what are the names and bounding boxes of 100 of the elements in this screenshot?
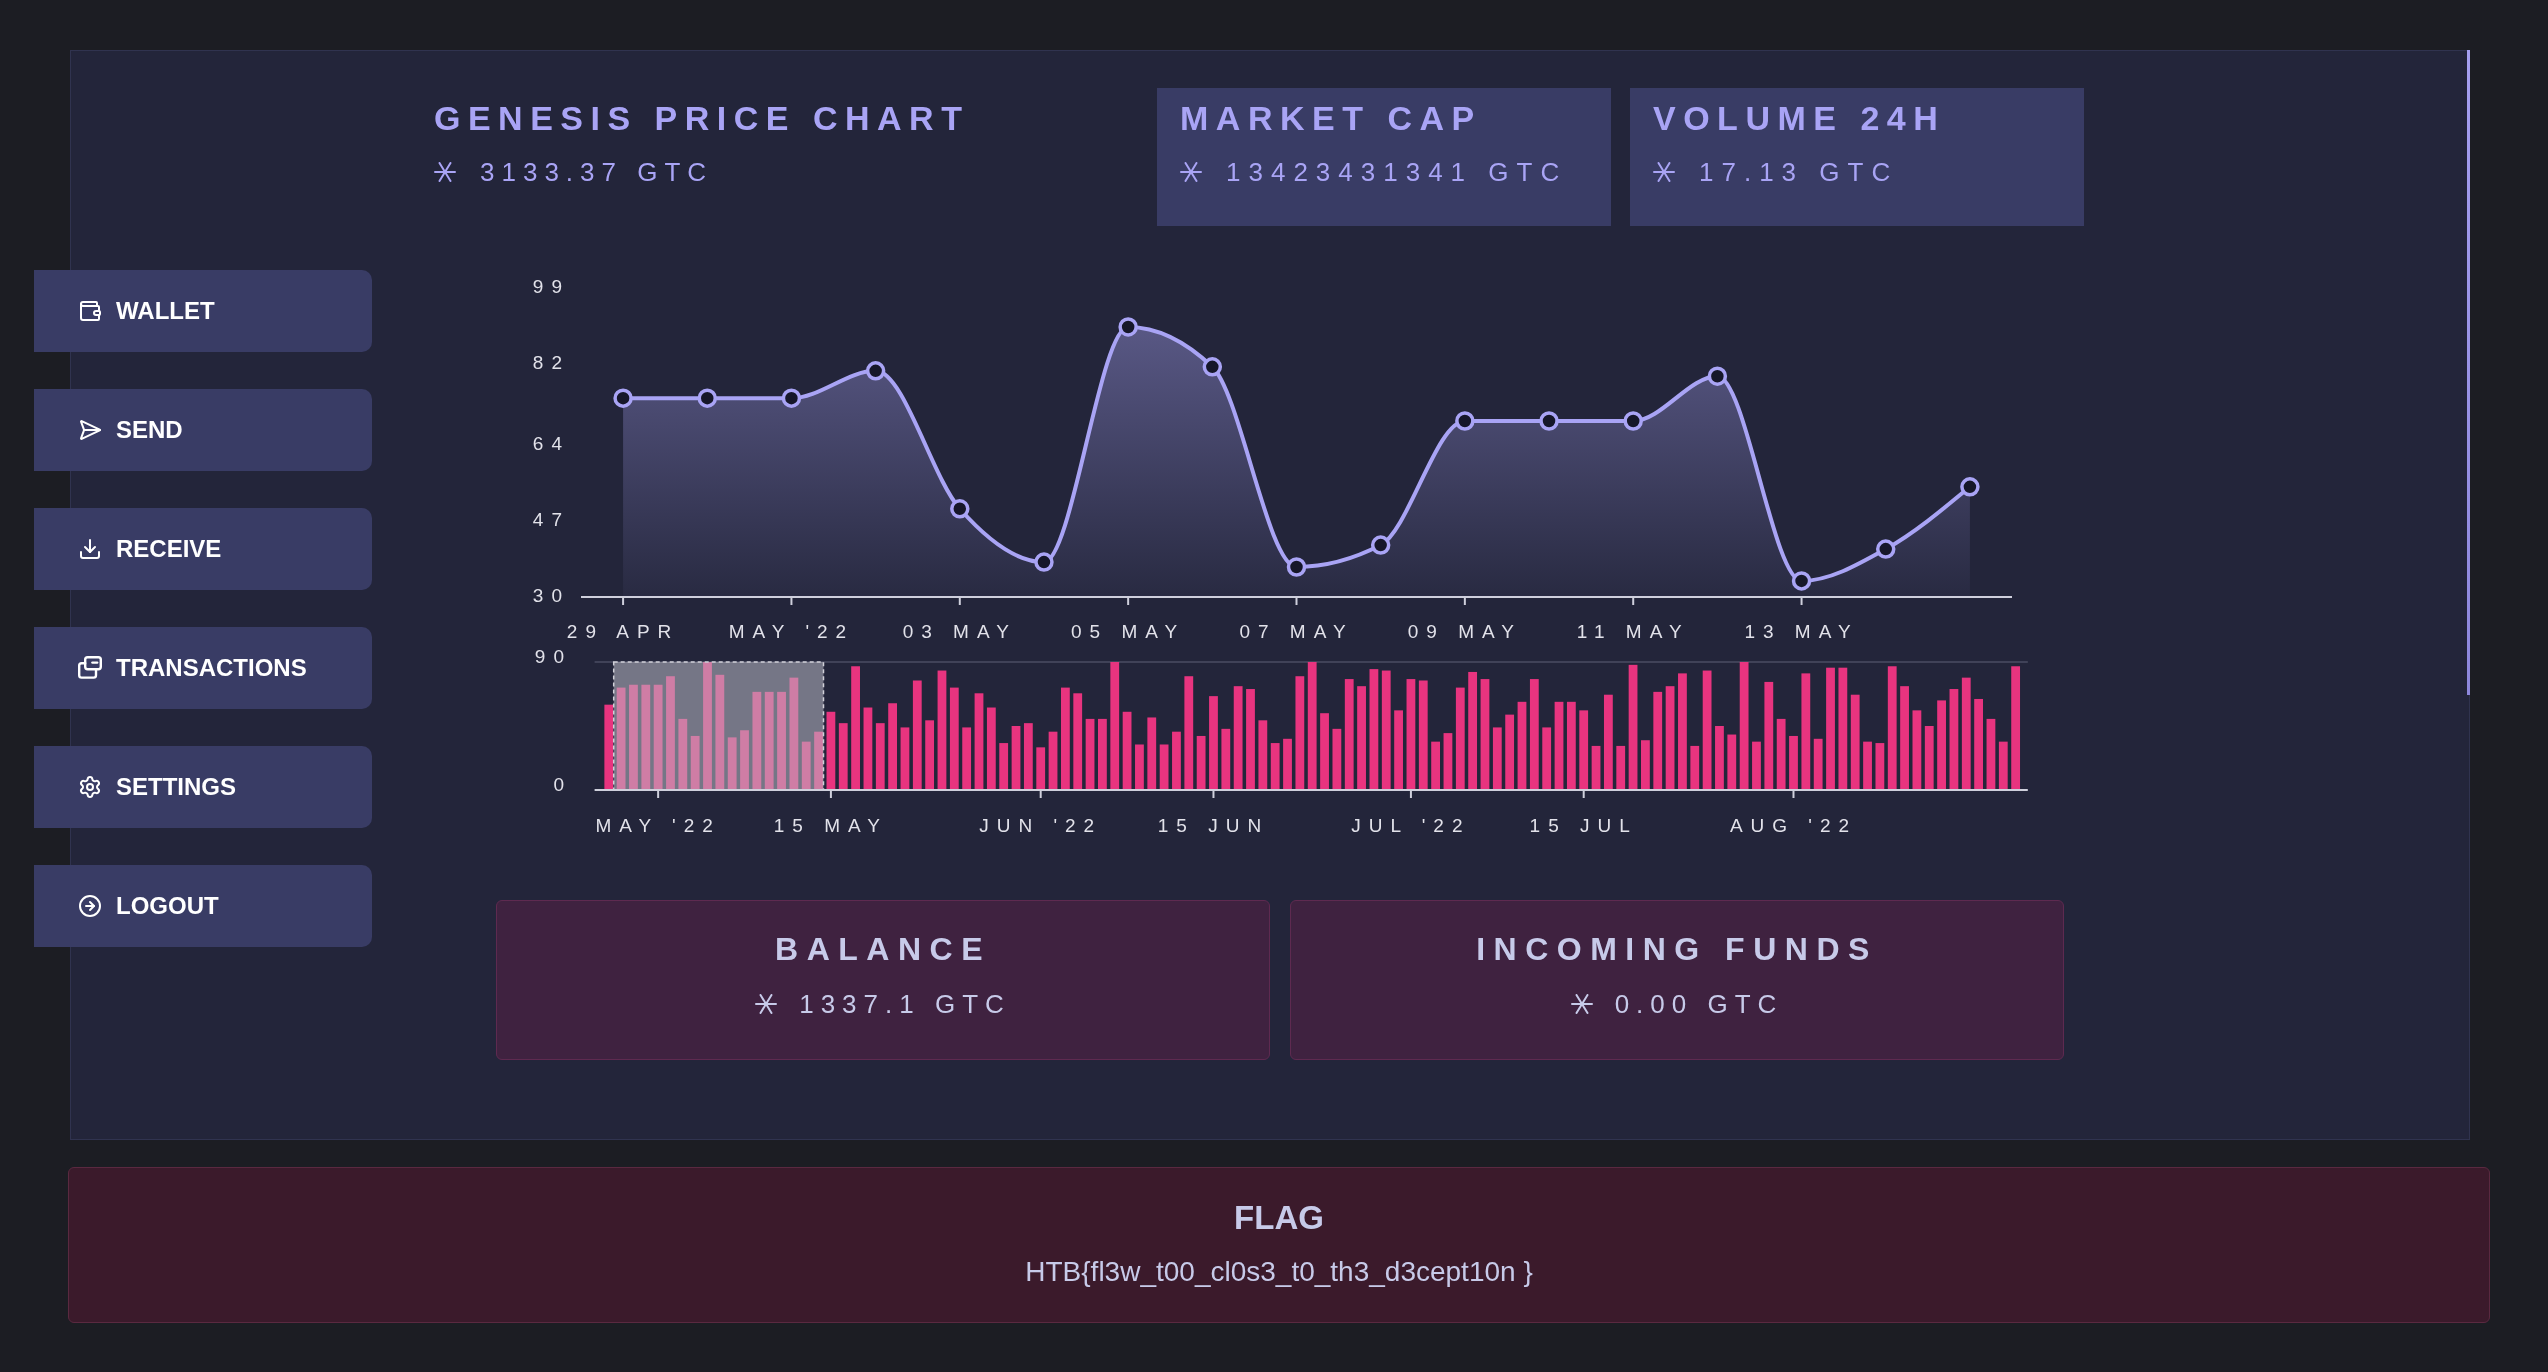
volume-bar: [1789, 735, 1798, 790]
x-axis-label: JUL '22: [1351, 815, 1471, 836]
volume-bar: [1752, 741, 1761, 790]
point-marker: [1455, 411, 1475, 431]
volume-bar: [814, 731, 823, 790]
settings-icon: [78, 775, 102, 799]
volume-bar: [1542, 727, 1552, 790]
x-axis-label: 09 MAY: [1407, 621, 1522, 642]
balance-value: 0.00 GTC: [1614, 988, 1784, 1020]
point-marker: [1202, 357, 1223, 377]
volume-bar: [1715, 726, 1724, 790]
point-marker: [781, 388, 802, 408]
volume-bar: [1011, 726, 1021, 790]
volume-bar: [1135, 744, 1144, 790]
volume-bar: [1159, 744, 1169, 790]
volume-bar: [727, 737, 737, 790]
asterisk-icon: [1570, 994, 1593, 1015]
x-axis-label: MAY '22: [595, 815, 721, 836]
volume-bar: [1591, 745, 1601, 790]
x-axis-label: MAY '22: [728, 621, 855, 642]
x-axis-label: 05 MAY: [1071, 621, 1186, 642]
y-axis-label: 64: [532, 432, 570, 454]
y-axis-label: 47: [532, 508, 570, 530]
y-axis-label: 0: [553, 774, 572, 795]
x-axis-label: 15 MAY: [773, 815, 888, 836]
volume-bar: [900, 727, 910, 790]
sidebar-button[interactable]: LOGOUT: [34, 865, 372, 947]
point-marker: [1539, 411, 1559, 431]
stacked-cards-icon: [78, 656, 102, 680]
x-axis-label: 29 APR: [566, 621, 680, 642]
volume-bar: [1998, 741, 2008, 790]
selection-window[interactable]: [612, 661, 825, 791]
volume-bar: [1023, 723, 1033, 790]
sidebar-button[interactable]: SEND: [34, 389, 372, 471]
x-axis-label: 03 MAY: [902, 621, 1017, 642]
volume-bar: [1616, 745, 1626, 790]
chart-title: GENESIS PRICE CHART: [434, 98, 971, 139]
volume-bar: [1221, 728, 1231, 790]
point-marker: [1286, 557, 1307, 577]
volume-bar: [1098, 718, 1107, 790]
point-marker: [1707, 366, 1728, 386]
volume-bar: [1270, 743, 1280, 790]
y-axis-label: 30: [532, 585, 570, 606]
balance-label: INCOMING FUNDS: [1476, 930, 1878, 969]
paper-plane-icon: [78, 418, 102, 442]
point-marker: [1791, 571, 1812, 591]
volume-bar: [1863, 741, 1872, 790]
volume-bar: [925, 720, 935, 790]
point-marker: [1034, 552, 1054, 572]
x-axis-label: 15 JUN: [1157, 815, 1270, 836]
point-marker: [613, 388, 633, 408]
volume-bar: [678, 718, 688, 790]
asterisk-icon: [434, 162, 456, 183]
sidebar-button[interactable]: RECEIVE: [34, 508, 372, 590]
volume-bar: [1036, 747, 1046, 790]
point-marker: [1118, 317, 1138, 337]
x-axis-label: JUN '22: [979, 815, 1103, 836]
volume-bar: [838, 723, 848, 790]
volume-bar: [1641, 740, 1650, 790]
balance-label: BALANCE: [775, 930, 991, 969]
volume-bar: [1813, 738, 1823, 790]
stat-label: MARKET CAP: [1180, 98, 1483, 139]
sidebar-button[interactable]: SETTINGS: [34, 746, 372, 828]
volume-bar: [1986, 718, 1996, 790]
y-axis-label: 99: [532, 276, 570, 297]
download-icon: [78, 537, 102, 561]
volume-bar: [875, 723, 885, 790]
volume-bar: [1875, 743, 1885, 790]
x-axis-label: 13 MAY: [1744, 621, 1859, 642]
point-marker: [1960, 477, 1980, 497]
stat-value: 13423431341 GTC: [1226, 156, 1568, 188]
x-axis-label: 15 JUL: [1529, 815, 1638, 836]
volume-bar: [999, 743, 1009, 790]
sidebar-button[interactable]: TRANSACTIONS: [34, 627, 372, 709]
point-marker: [1623, 411, 1643, 431]
volume-bar: [1492, 727, 1502, 790]
point-marker: [865, 361, 886, 381]
volume-bar: [962, 727, 972, 790]
volume-bar: [1690, 745, 1700, 790]
asterisk-icon: [1653, 162, 1675, 183]
stat-value: 17.13 GTC: [1699, 156, 1899, 188]
volume-bar: [1924, 726, 1934, 790]
sidebar-button[interactable]: WALLET: [34, 270, 372, 352]
point-marker: [1876, 539, 1896, 559]
point-marker: [697, 388, 717, 408]
volume-bar: [1172, 731, 1181, 790]
flag-title: FLAG: [1234, 1198, 1324, 1238]
y-axis-label: 82: [532, 352, 570, 374]
volume-bar: [1443, 733, 1453, 790]
volume-bar: [1332, 728, 1342, 790]
volume-bar: [1283, 738, 1292, 790]
volume-bar: [1085, 718, 1095, 790]
asterisk-icon: [755, 994, 778, 1015]
wallet-icon: [78, 299, 102, 323]
volume-bar: [740, 730, 749, 790]
x-axis-label: 07 MAY: [1239, 621, 1354, 642]
flag-value: HTB{fl3w_t00_cl0s3_t0_th3_d3cept10n }: [1025, 1255, 1533, 1289]
volume-bar: [1258, 720, 1268, 790]
volume-bar: [1196, 735, 1206, 790]
volume-bar: [1431, 741, 1440, 790]
